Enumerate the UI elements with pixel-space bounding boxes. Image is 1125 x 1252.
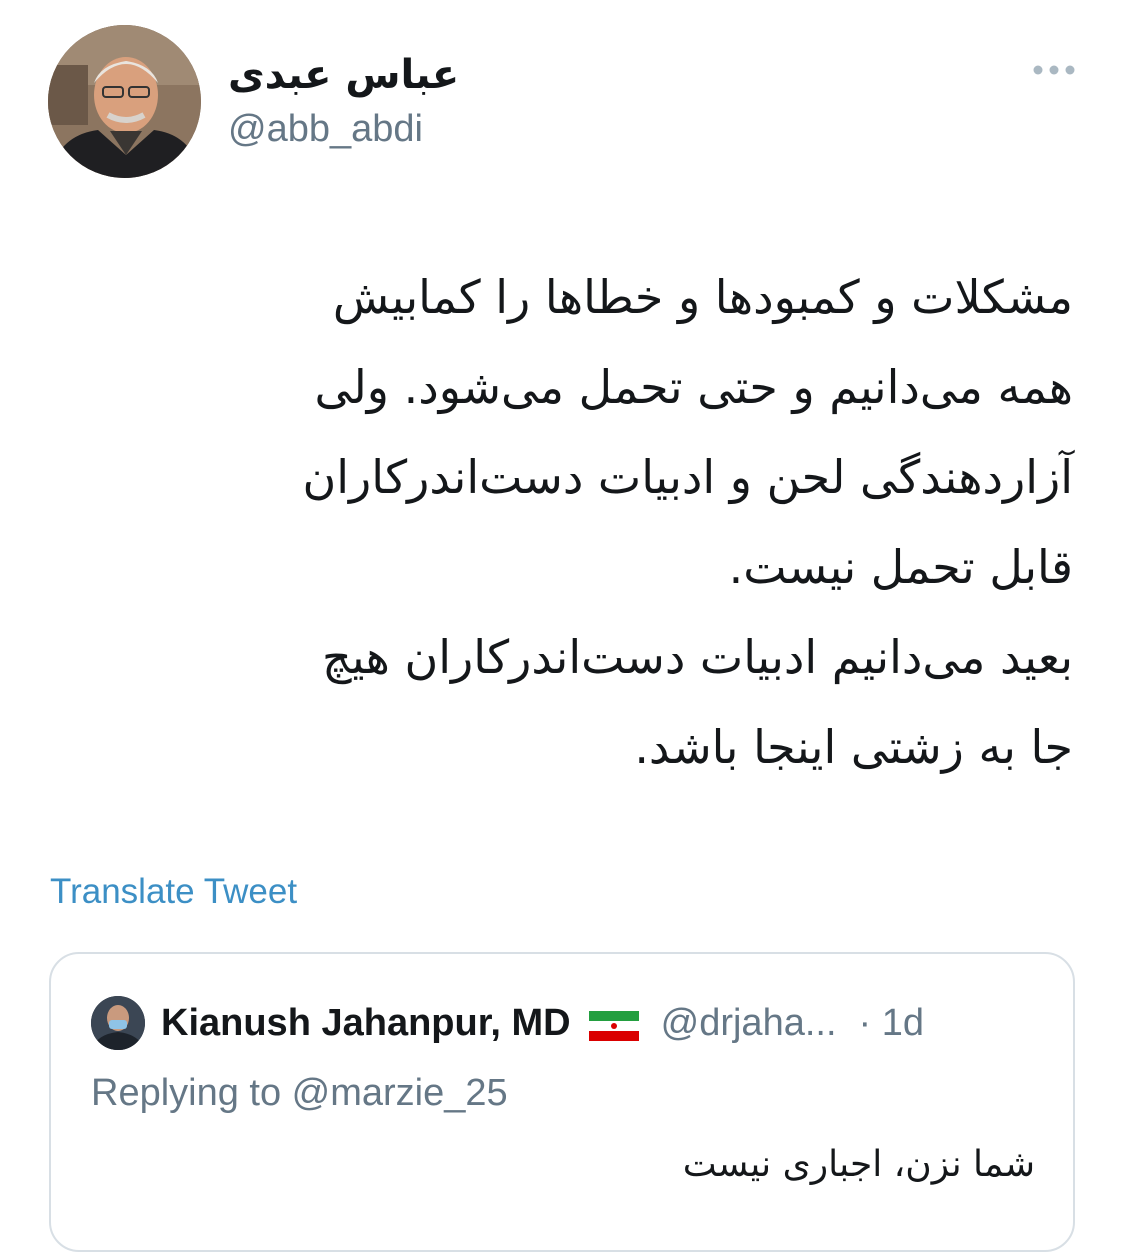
translate-tweet-link[interactable]: Translate Tweet [50, 872, 297, 912]
profile-photo-icon [91, 996, 145, 1050]
author-handle[interactable]: @abb_abdi [228, 106, 423, 152]
author-display-name[interactable]: عباس عبدی [228, 50, 459, 100]
quoted-author-name[interactable]: Kianush Jahanpur, MD [161, 1002, 571, 1045]
quoted-author-handle[interactable]: @drjaha... [661, 1002, 837, 1045]
quoted-tweet-card[interactable]: Kianush Jahanpur, MD @drjaha... · 1d Rep… [49, 952, 1075, 1252]
quoted-tweet-time[interactable]: · 1d [859, 1002, 924, 1045]
tweet-text: مشکلات و کمبودها و خطاها را کمابیش همه م… [73, 252, 1073, 792]
profile-photo-icon [48, 25, 201, 178]
tweet-text-line: جا به زشتی اینجا باشد. [634, 720, 1073, 774]
quoted-author-avatar[interactable] [91, 996, 145, 1050]
tweet-text-line: بعید می‌دانیم ادبیات دست‌اندرکاران هیچ [322, 630, 1073, 684]
tweet-text-line: آزاردهندگی لحن و ادبیات دست‌اندرکاران [302, 450, 1073, 504]
more-horizontal-icon [1033, 65, 1075, 75]
author-avatar[interactable] [48, 25, 201, 178]
replying-to-text[interactable]: Replying to @marzie_25 [91, 1072, 508, 1115]
more-options-button[interactable] [1030, 55, 1078, 85]
tweet-text-line: همه می‌دانیم و حتی تحمل می‌شود. ولی [314, 360, 1073, 414]
quoted-tweet-text: شما نزن، اجباری نیست [682, 1144, 1035, 1185]
tweet-text-line: مشکلات و کمبودها و خطاها را کمابیش [332, 270, 1073, 324]
iran-flag-icon [588, 1008, 639, 1041]
tweet-text-line: قابل تحمل نیست. [728, 540, 1073, 594]
quoted-tweet-header: Kianush Jahanpur, MD @drjaha... · 1d [161, 996, 924, 1050]
